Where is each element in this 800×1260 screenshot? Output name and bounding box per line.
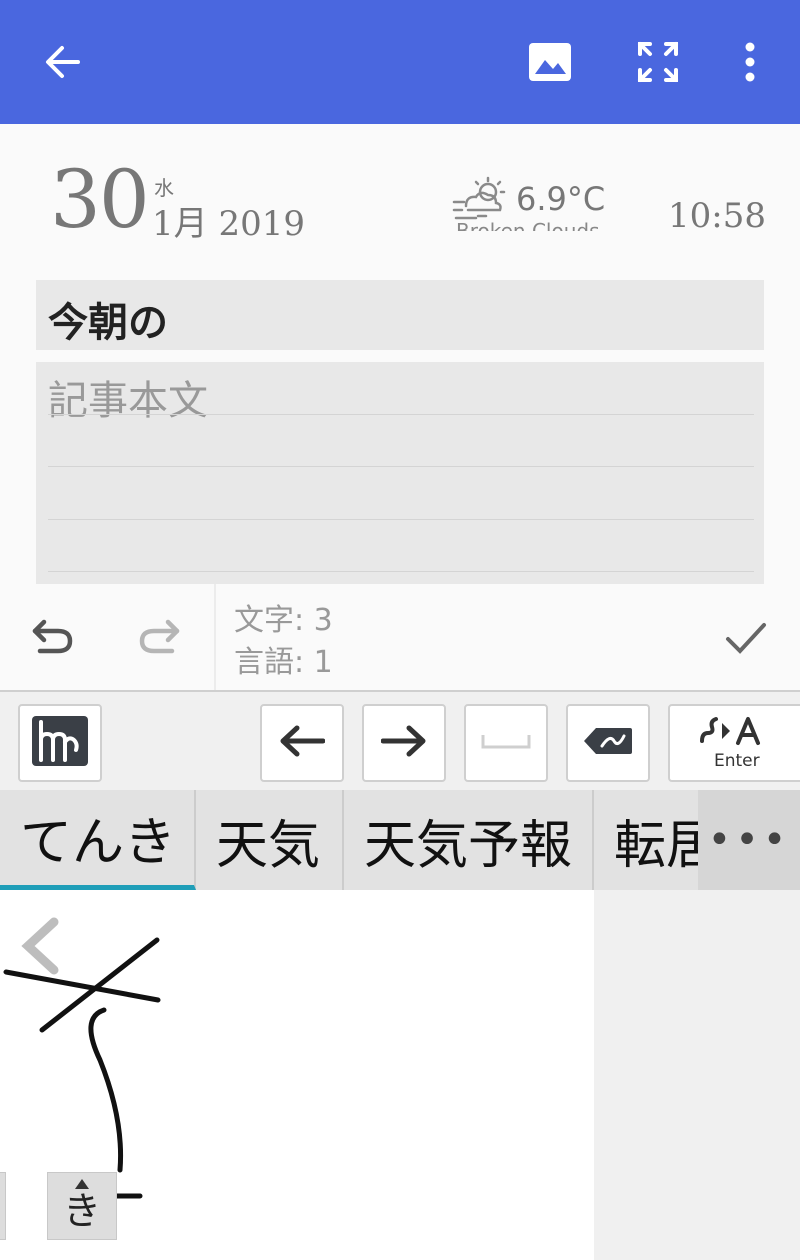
expand-triangle-icon bbox=[75, 1179, 89, 1189]
cursor-left-key[interactable] bbox=[260, 704, 344, 782]
candidate-item[interactable]: てんき bbox=[0, 790, 196, 890]
current-time: 10:58 bbox=[668, 196, 766, 236]
candidate-item[interactable]: 天気 bbox=[196, 790, 344, 890]
title-value: 今朝の bbox=[48, 300, 168, 346]
confirm-button[interactable] bbox=[716, 612, 776, 668]
text-stats: 文字: 3 言語: 1 bbox=[234, 600, 333, 684]
candidate-label: 天気予報 bbox=[364, 815, 573, 876]
candidate-label: てんき bbox=[20, 813, 177, 873]
body-placeholder: 記事本文 bbox=[48, 378, 208, 424]
enter-key[interactable]: Enter bbox=[668, 704, 800, 782]
temperature: 6.9°C bbox=[516, 180, 606, 218]
recognition-tile[interactable] bbox=[0, 1172, 6, 1240]
undo-icon bbox=[30, 617, 74, 661]
char-count: 文字: 3 bbox=[234, 603, 333, 638]
keyboard-toolbar: Enter bbox=[0, 690, 800, 790]
candidate-item[interactable]: 天気予報 bbox=[344, 790, 594, 890]
handwriting-side-panel bbox=[594, 890, 800, 1260]
candidate-bar: てんき 天気 天気予報 転居 ••• bbox=[0, 790, 800, 890]
backspace-icon bbox=[582, 726, 634, 760]
line-rule bbox=[48, 571, 754, 572]
handwriting-mode-icon bbox=[32, 716, 88, 770]
line-rule bbox=[48, 519, 754, 520]
recognized-char: き bbox=[62, 1189, 101, 1233]
divider bbox=[214, 584, 216, 690]
right-arrow-icon bbox=[380, 724, 427, 762]
enter-convert-icon bbox=[698, 715, 774, 751]
fullscreen-button[interactable] bbox=[626, 30, 690, 94]
back-button[interactable] bbox=[30, 30, 94, 94]
line-rule bbox=[48, 466, 754, 467]
edit-action-bar: 文字: 3 言語: 1 bbox=[0, 584, 800, 690]
recognition-tile[interactable]: き bbox=[47, 1172, 117, 1240]
weather-condition: Broken Clouds bbox=[456, 219, 600, 231]
handwriting-canvas[interactable]: き bbox=[0, 890, 594, 1260]
back-arrow-icon bbox=[42, 42, 82, 82]
editor-panel: 30 水 1月 2019 6.9°C Broken Clouds 10:58 今… bbox=[0, 124, 800, 690]
cursor-right-key[interactable] bbox=[362, 704, 446, 782]
more-candidates-button[interactable]: ••• bbox=[698, 790, 800, 890]
word-count: 言語: 1 bbox=[234, 645, 333, 680]
space-key[interactable] bbox=[464, 704, 548, 782]
fullscreen-icon bbox=[637, 41, 679, 83]
date-day: 30 bbox=[50, 153, 150, 246]
space-icon bbox=[480, 731, 532, 755]
candidate-label: 天気 bbox=[216, 815, 321, 876]
backspace-key[interactable] bbox=[566, 704, 650, 782]
more-options-button[interactable] bbox=[718, 30, 782, 94]
body-field[interactable]: 記事本文 bbox=[36, 362, 764, 584]
handwriting-mode-key[interactable] bbox=[18, 704, 102, 782]
app-bar bbox=[0, 0, 800, 124]
candidate-label: 転居 bbox=[614, 815, 698, 876]
undo-button[interactable] bbox=[22, 614, 82, 664]
image-icon bbox=[528, 42, 572, 82]
date-month-year: 1月 2019 bbox=[152, 204, 305, 244]
check-icon bbox=[725, 621, 767, 659]
line-rule bbox=[48, 414, 754, 415]
enter-label: Enter bbox=[714, 751, 760, 771]
redo-button[interactable] bbox=[130, 614, 190, 664]
insert-image-button[interactable] bbox=[518, 30, 582, 94]
redo-icon bbox=[138, 617, 182, 661]
left-arrow-icon bbox=[279, 724, 326, 762]
candidate-item[interactable]: 転居 bbox=[594, 790, 698, 890]
more-vert-icon bbox=[744, 42, 756, 82]
title-field[interactable]: 今朝の bbox=[36, 280, 764, 350]
